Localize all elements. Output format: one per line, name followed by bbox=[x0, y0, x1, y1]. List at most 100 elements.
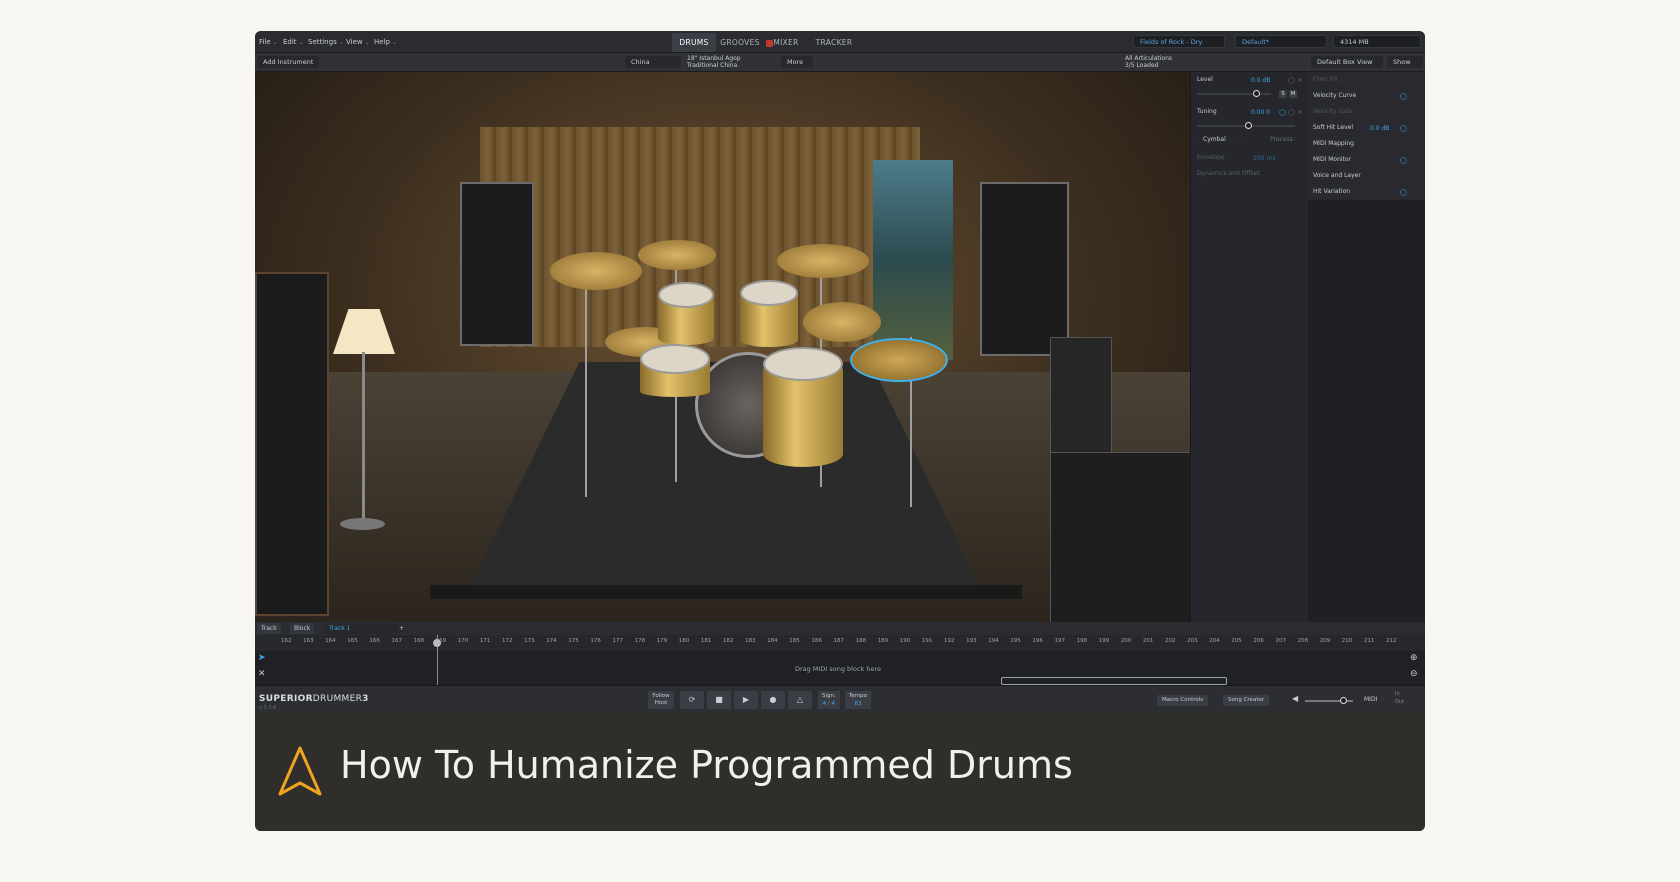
flight-case bbox=[1050, 452, 1190, 622]
mute-button[interactable]: M bbox=[1289, 90, 1297, 98]
add-instrument-button[interactable]: Add Instrument bbox=[257, 56, 319, 68]
menu-help[interactable]: Help bbox=[374, 38, 397, 46]
setting-flam-fill[interactable]: Flam Fill bbox=[1308, 72, 1425, 88]
tuning-reset-icon[interactable]: ◯ bbox=[1288, 109, 1295, 116]
gobo-left bbox=[460, 182, 534, 346]
ruler-tick: 201 bbox=[1142, 638, 1154, 644]
instrument-select[interactable]: China bbox=[625, 56, 681, 68]
midi-monitor-power-icon[interactable]: ◯ bbox=[1400, 157, 1407, 164]
level-close-icon[interactable]: × bbox=[1297, 77, 1302, 84]
tab-grooves[interactable]: GROOVES bbox=[716, 33, 764, 52]
menu-view[interactable]: View bbox=[346, 38, 370, 46]
master-volume-knob[interactable] bbox=[1340, 697, 1347, 704]
tempo-label: Tempo bbox=[849, 693, 868, 699]
articulation-select[interactable]: 18" Istanbul Agop Traditional China bbox=[687, 54, 777, 70]
ruler-tick: 168 bbox=[413, 638, 425, 644]
timeline-scrollbar[interactable] bbox=[1001, 677, 1227, 685]
menu-file[interactable]: File bbox=[259, 38, 278, 46]
article-title[interactable]: How To Humanize Programmed Drums bbox=[340, 743, 1073, 787]
ruler-tick: 196 bbox=[1032, 638, 1043, 644]
cut-tool-icon[interactable]: ✕ bbox=[258, 669, 266, 679]
playhead-handle[interactable] bbox=[433, 639, 441, 647]
track-1-tab[interactable]: Track 1 bbox=[325, 623, 398, 634]
drum-room-viewport[interactable] bbox=[255, 72, 1190, 622]
envelope-value[interactable]: 200 ms bbox=[1253, 155, 1275, 162]
select-tool-icon[interactable]: ➤ bbox=[258, 653, 266, 663]
loop-button[interactable]: ⟳ bbox=[680, 691, 704, 709]
rack-tom-2-head bbox=[740, 280, 798, 306]
setting-velocity-curve[interactable]: Velocity Curve bbox=[1308, 88, 1425, 104]
dynamics-offset-label[interactable]: Dynamics and Offset bbox=[1191, 166, 1309, 182]
floor-tom-head bbox=[763, 347, 843, 381]
hit-variation-power-icon[interactable]: ◯ bbox=[1400, 189, 1407, 196]
memory-indicator: 4314 MB bbox=[1333, 35, 1421, 48]
instrument-type-select[interactable]: Cymbal bbox=[1197, 134, 1245, 146]
level-value[interactable]: 0.0 dB bbox=[1251, 77, 1270, 84]
stop-button[interactable]: ■ bbox=[707, 691, 731, 709]
ruler-tick: 190 bbox=[899, 638, 911, 644]
midi-in-label: In bbox=[1395, 691, 1400, 697]
ruler-tick: 208 bbox=[1297, 638, 1309, 644]
box-view-select[interactable]: Default Box View bbox=[1311, 56, 1383, 68]
setting-midi-mapping[interactable]: MIDI Mapping bbox=[1308, 136, 1425, 152]
zoom-out-icon[interactable]: ⊖ bbox=[1410, 669, 1418, 679]
tempo-value: 83 bbox=[854, 701, 862, 707]
ruler-tick: 192 bbox=[944, 638, 955, 644]
tempo[interactable]: Tempo 83 bbox=[845, 691, 872, 709]
articulations-loaded[interactable]: All Articulations 3/5 Loaded bbox=[1125, 54, 1195, 70]
track-menu[interactable]: Track bbox=[257, 623, 281, 634]
solo-button[interactable]: S bbox=[1279, 90, 1287, 98]
tuning-value[interactable]: 0.00 0 bbox=[1251, 109, 1270, 116]
drum-riser-edge bbox=[430, 585, 1022, 599]
record-button[interactable]: ● bbox=[761, 691, 785, 709]
setting-hit-variation[interactable]: Hit Variation bbox=[1308, 184, 1425, 200]
midi-label[interactable]: MIDI bbox=[1364, 696, 1377, 703]
ruler-tick: 180 bbox=[678, 638, 690, 644]
soft-hit-value[interactable]: 0.0 dB bbox=[1370, 125, 1389, 132]
ruler-tick: 194 bbox=[988, 638, 999, 644]
crash-cymbal[interactable] bbox=[638, 240, 716, 270]
ruler-tick: 174 bbox=[546, 638, 557, 644]
process-button[interactable]: Process bbox=[1270, 136, 1293, 143]
timeline-ruler[interactable]: 162 163 164 165 166 167 168 169 170 171 172 173 174 1… bbox=[255, 635, 1425, 652]
kit-preset-select[interactable]: Fields of Rock - Dry bbox=[1133, 35, 1225, 48]
selected-china-cymbal[interactable] bbox=[850, 338, 948, 382]
tuning-slider-knob[interactable] bbox=[1245, 122, 1252, 129]
song-creator-button[interactable]: Song Creator bbox=[1223, 695, 1270, 706]
follow-host-button[interactable]: Follow Host bbox=[648, 691, 674, 709]
metronome-button[interactable]: △ bbox=[788, 691, 812, 709]
setting-velocity-gate[interactable]: Velocity Gate bbox=[1308, 104, 1425, 120]
tuning-close-icon[interactable]: × bbox=[1297, 109, 1302, 116]
macro-controls-button[interactable]: Macro Controls bbox=[1157, 695, 1209, 706]
floor-lamp-base bbox=[340, 518, 385, 530]
china-cymbal-left[interactable] bbox=[550, 252, 642, 290]
block-menu[interactable]: Block bbox=[290, 623, 315, 634]
ruler-tick: 177 bbox=[612, 638, 624, 644]
level-reset-icon[interactable]: ◯ bbox=[1288, 77, 1295, 84]
transport-bar: SUPERIORDRUMMER3 v 3.3.6 Follow Host ⟳ ■… bbox=[255, 685, 1425, 714]
more-button[interactable]: More bbox=[781, 56, 813, 68]
tab-tracker[interactable]: TRACKER bbox=[810, 33, 858, 52]
play-button[interactable]: ▶ bbox=[734, 691, 758, 709]
crash-cymbal-right[interactable] bbox=[803, 302, 881, 342]
ride-cymbal[interactable] bbox=[777, 244, 869, 278]
add-track-button[interactable]: + bbox=[395, 623, 408, 634]
volume-icon[interactable]: ◀ bbox=[1292, 694, 1298, 703]
ruler-tick: 188 bbox=[855, 638, 867, 644]
setting-soft-hit-level[interactable]: Soft Hit Level bbox=[1308, 120, 1425, 136]
zoom-in-icon[interactable]: ⊕ bbox=[1410, 653, 1418, 663]
mix-preset-select[interactable]: Default* bbox=[1235, 35, 1327, 48]
soft-hit-power-icon[interactable]: ◯ bbox=[1400, 125, 1407, 132]
menu-settings[interactable]: Settings bbox=[308, 38, 344, 46]
tuning-power-icon[interactable]: ◯ bbox=[1279, 109, 1286, 116]
ruler-tick: 193 bbox=[966, 638, 977, 644]
setting-midi-monitor[interactable]: MIDI Monitor bbox=[1308, 152, 1425, 168]
show-select[interactable]: Show bbox=[1387, 56, 1423, 68]
tab-drums[interactable]: DRUMS bbox=[672, 33, 716, 52]
velocity-curve-power-icon[interactable]: ◯ bbox=[1400, 93, 1407, 100]
setting-voice-layer[interactable]: Voice and Layer bbox=[1308, 168, 1425, 184]
article-caption: How To Humanize Programmed Drums bbox=[255, 713, 1425, 831]
level-slider-knob[interactable] bbox=[1253, 90, 1260, 97]
time-signature[interactable]: Sign. 4 / 4 bbox=[818, 691, 840, 709]
menu-edit[interactable]: Edit bbox=[283, 38, 304, 46]
